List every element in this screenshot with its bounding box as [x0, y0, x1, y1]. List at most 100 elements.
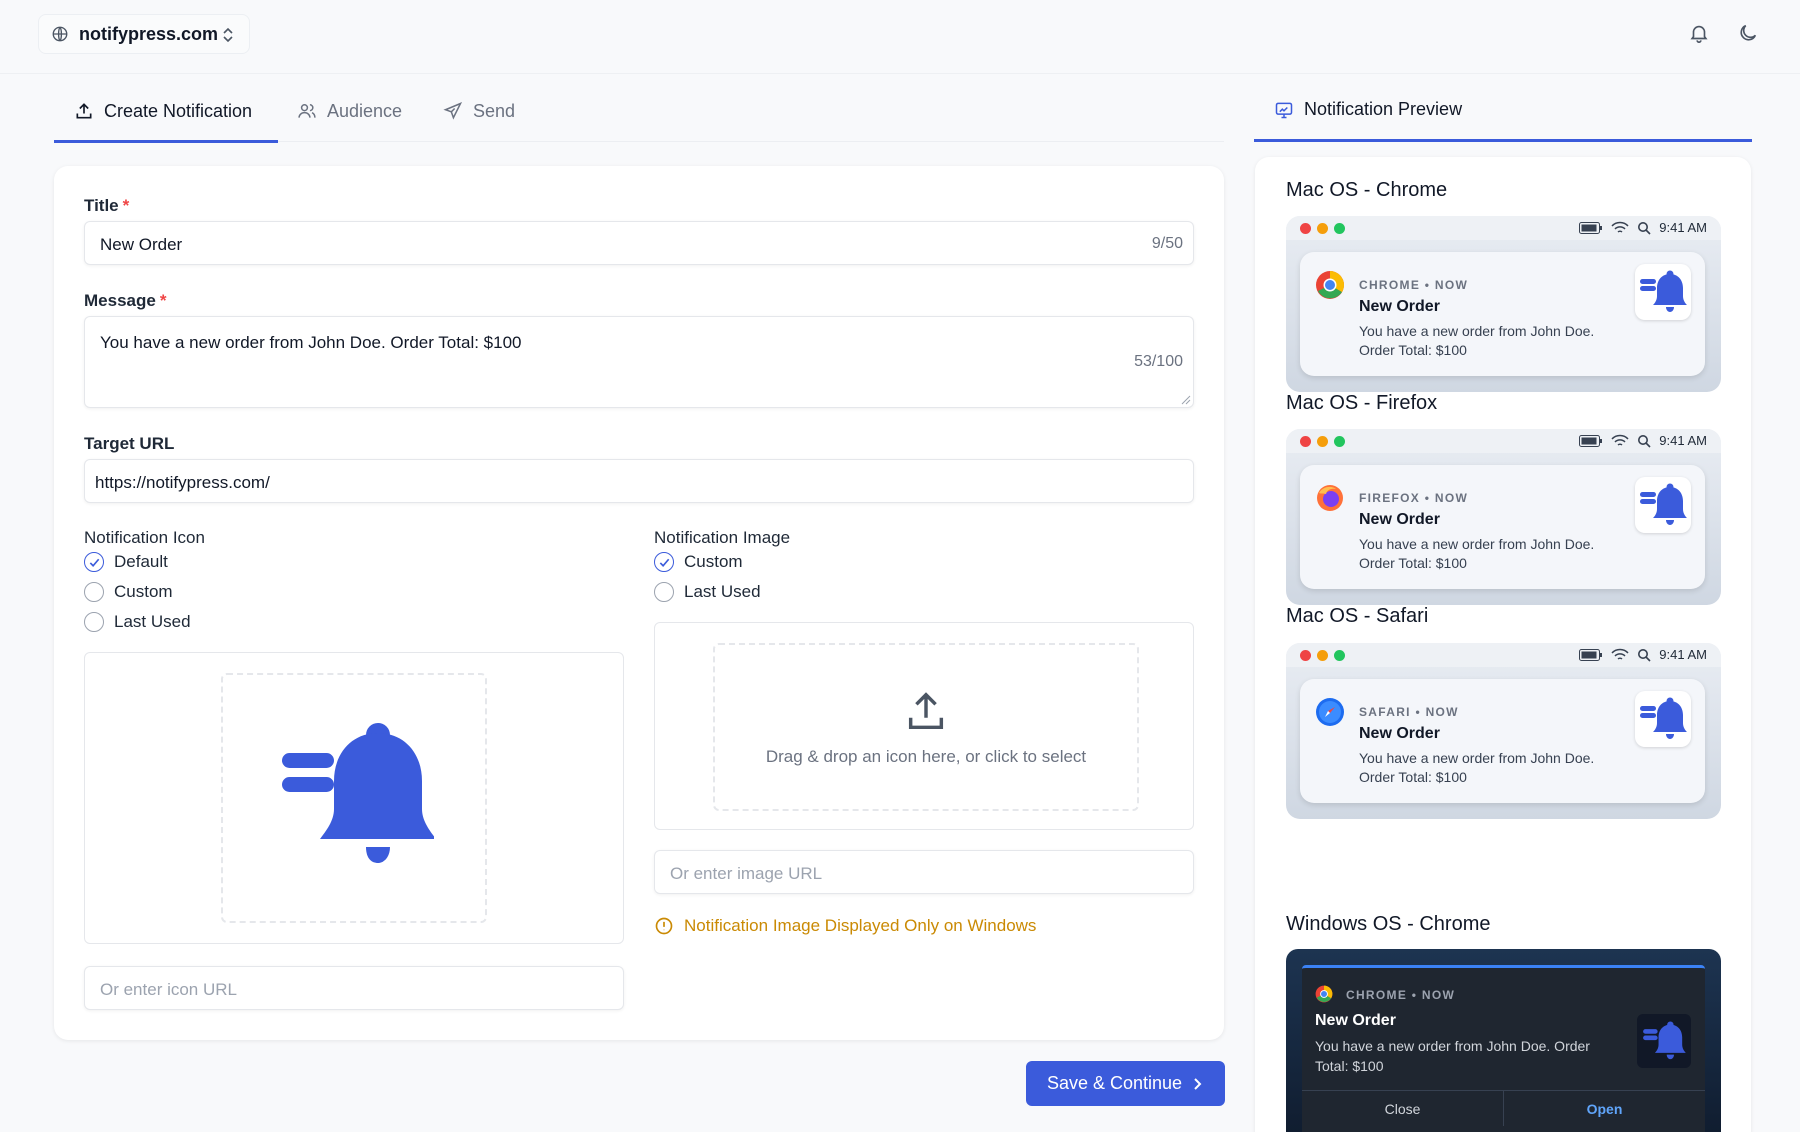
chevron-right-icon: [1194, 1077, 1202, 1090]
window-minimize-dot: [1317, 223, 1328, 234]
mac-notification: SAFARI • NOW New Order You have a new or…: [1300, 679, 1705, 803]
icon-option-last-used[interactable]: Last Used: [84, 612, 191, 632]
option-label: Last Used: [114, 612, 191, 631]
chrome-logo-icon: [1315, 985, 1333, 1003]
warning-text: Notification Image Displayed Only on Win…: [684, 916, 1037, 935]
tab-create-notification[interactable]: Create Notification: [74, 80, 252, 142]
notification-actions: Close Open: [1302, 1090, 1705, 1126]
notification-meta: FIREFOX • NOW: [1359, 491, 1469, 505]
mac-status-area: 9:41 AM: [1579, 433, 1707, 448]
clock-time: 9:41 AM: [1659, 433, 1707, 448]
notification-image-label: Notification Image: [654, 528, 791, 547]
save-button-label: Save & Continue: [1046, 1073, 1183, 1093]
battery-icon: [1579, 221, 1603, 234]
notification-thumbnail: [1635, 477, 1691, 533]
title-input[interactable]: New Order 9/50: [84, 221, 1194, 265]
close-button[interactable]: Close: [1302, 1091, 1503, 1126]
tab-label: Create Notification: [104, 100, 253, 121]
image-option-custom[interactable]: Custom: [654, 552, 743, 572]
notification-thumbnail: [1637, 1014, 1691, 1068]
mac-status-area: 9:41 AM: [1579, 220, 1707, 235]
resize-handle-icon[interactable]: [1181, 395, 1191, 405]
window-minimize-dot: [1317, 650, 1328, 661]
image-option-last-used[interactable]: Last Used: [654, 582, 761, 602]
notification-body: You have a new order from John Doe. Orde…: [1315, 1038, 1590, 1074]
upload-icon: [908, 692, 944, 730]
tab-label: Send: [473, 100, 516, 121]
notification-body: You have a new order from John Doe. Orde…: [1359, 750, 1595, 785]
option-label: Custom: [114, 582, 173, 601]
notification-meta: SAFARI • NOW: [1359, 705, 1459, 719]
preview-title-mac-chrome: Mac OS - Chrome: [1286, 179, 1448, 201]
image-dropzone[interactable]: Drag & drop an icon here, or click to se…: [713, 643, 1139, 811]
radio-unchecked[interactable]: [84, 582, 104, 602]
notification-form: Title * New Order 9/50 Message * You have …: [54, 166, 1224, 1040]
title-value: New Order: [100, 235, 183, 254]
battery-icon: [1579, 434, 1603, 447]
message-value: You have a new order from John Doe. Orde…: [100, 333, 522, 352]
notification-thumbnail: [1635, 264, 1691, 320]
globe-icon: [52, 26, 68, 42]
bell-notification-icon: [282, 723, 434, 863]
icon-dropzone[interactable]: [221, 673, 487, 923]
mac-menu-bar: 9:41 AM: [1286, 429, 1721, 453]
notification-body: You have a new order from John Doe. Orde…: [1359, 536, 1595, 571]
tab-notification-preview[interactable]: Notification Preview: [1254, 80, 1752, 142]
chrome-logo-icon: [1316, 271, 1344, 299]
option-label: Custom: [684, 552, 743, 571]
open-button[interactable]: Open: [1503, 1091, 1705, 1126]
monitor-icon: [1275, 102, 1293, 118]
window-close-dot: [1300, 650, 1311, 661]
mac-status-area: 9:41 AM: [1579, 647, 1707, 662]
required-mark: *: [159, 291, 167, 310]
icon-option-default[interactable]: Default: [84, 552, 168, 572]
target-url-input[interactable]: https://notifypress.com/: [84, 459, 1194, 503]
image-upload-box: Drag & drop an icon here, or click to se…: [654, 622, 1194, 830]
bell-icon[interactable]: [1688, 22, 1710, 44]
safari-logo-icon: [1316, 698, 1344, 726]
mac-menu-bar: 9:41 AM: [1286, 216, 1721, 240]
upload-icon: [76, 103, 92, 119]
notification-title: New Order: [1359, 511, 1440, 528]
preview-panel: Mac OS - Chrome 9:41 AM CHROME • NOW New…: [1255, 157, 1751, 1132]
icon-option-custom[interactable]: Custom: [84, 582, 173, 602]
preview-title-mac-firefox: Mac OS - Firefox: [1286, 392, 1438, 414]
save-continue-button[interactable]: Save & Continue: [1026, 1061, 1225, 1106]
notification-body: You have a new order from John Doe. Orde…: [1359, 323, 1595, 358]
moon-icon[interactable]: [1737, 22, 1759, 44]
mac-firefox-preview: 9:41 AM FIREFOX • NOW New Order You have…: [1286, 429, 1721, 605]
send-icon: [443, 102, 463, 120]
window-maximize-dot: [1334, 650, 1345, 661]
title-char-count: 9/50: [1151, 235, 1183, 252]
users-icon: [298, 104, 316, 118]
site-name: notifypress.com: [79, 23, 219, 44]
image-url-input[interactable]: Or enter image URL: [654, 850, 1194, 894]
alert-circle-icon: [655, 917, 673, 935]
firefox-logo-icon: [1317, 485, 1343, 511]
check-icon: [659, 558, 669, 567]
wifi-icon: [1611, 648, 1629, 660]
message-char-count: 53/100: [1134, 353, 1183, 370]
radio-unchecked[interactable]: [654, 582, 674, 602]
active-tab-indicator: [54, 140, 278, 143]
notification-meta: CHROME • NOW: [1359, 278, 1469, 292]
preview-title-mac-safari: Mac OS - Safari: [1286, 605, 1429, 627]
icon-url-input[interactable]: Or enter icon URL: [84, 966, 624, 1010]
search-icon: [1638, 648, 1651, 662]
radio-unchecked[interactable]: [84, 612, 104, 632]
radio-checked[interactable]: [654, 552, 674, 572]
preview-tab-label: Notification Preview: [1304, 99, 1463, 119]
notification-title: New Order: [1315, 1012, 1396, 1029]
option-label: Last Used: [684, 582, 761, 601]
message-textarea[interactable]: You have a new order from John Doe. Orde…: [84, 316, 1194, 408]
site-switcher[interactable]: notifypress.com: [38, 14, 250, 54]
tab-send[interactable]: Send: [443, 80, 515, 142]
target-url-value: https://notifypress.com/: [95, 473, 270, 492]
search-icon: [1638, 221, 1651, 235]
mac-notification: FIREFOX • NOW New Order You have a new o…: [1300, 465, 1705, 589]
notification-title: New Order: [1359, 725, 1440, 742]
radio-checked[interactable]: [84, 552, 104, 572]
clock-time: 9:41 AM: [1659, 647, 1707, 662]
message-label: Message *: [84, 291, 167, 310]
tab-audience[interactable]: Audience: [297, 80, 402, 142]
